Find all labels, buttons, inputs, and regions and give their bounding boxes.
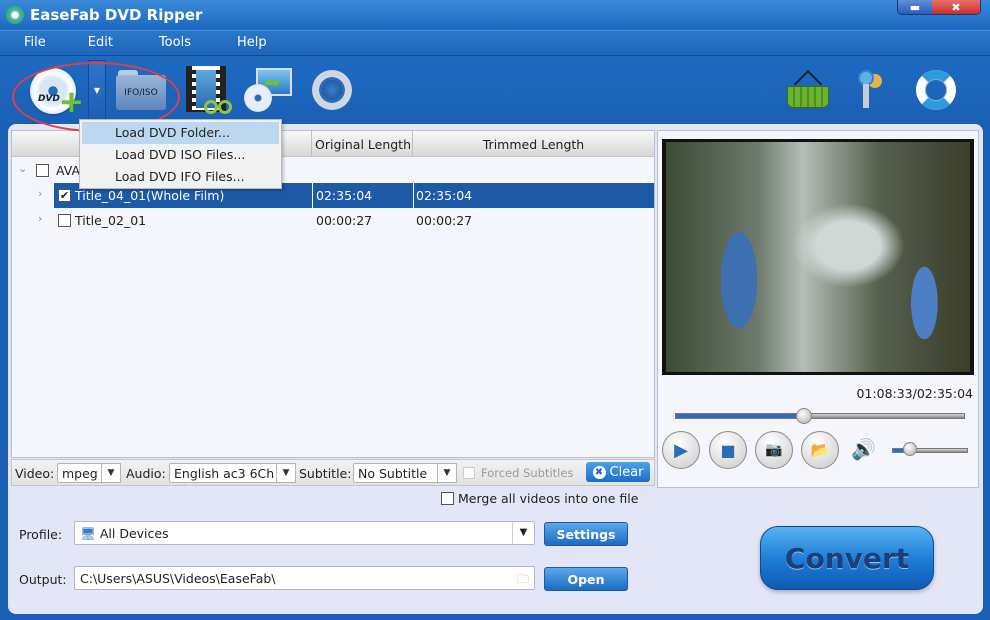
subtitle-dropdown-icon[interactable]: ▼ — [437, 463, 457, 483]
browse-folder-icon[interactable]: 🗀 — [516, 570, 529, 591]
menu-bar: File Edit Tools Help — [0, 30, 990, 56]
minimize-icon: ▬ — [909, 0, 921, 14]
settings-gear-button[interactable] — [308, 58, 353, 116]
expand-icon[interactable]: › — [38, 187, 42, 200]
profile-select[interactable]: 🖥 All Devices ▼ — [74, 521, 535, 545]
clear-icon: ✖ — [592, 465, 606, 479]
close-button[interactable]: ✖ — [932, 0, 980, 14]
load-dvd-button[interactable]: DVD + — [30, 66, 84, 118]
row-trimmed-length: 02:35:04 — [416, 188, 473, 203]
column-original-length[interactable]: Original Length — [312, 131, 413, 157]
root-checkbox[interactable] — [36, 164, 49, 177]
volume-icon[interactable]: 🔊 — [851, 437, 876, 461]
menu-item-load-dvd-iso[interactable]: Load DVD ISO Files... — [82, 144, 279, 166]
clear-button[interactable]: ✖ Clear — [586, 462, 650, 482]
buy-button[interactable] — [787, 69, 829, 110]
snapshot-button[interactable]: 📷 — [755, 431, 793, 469]
row-original-length: 00:00:27 — [316, 213, 373, 228]
window-title: EaseFab DVD Ripper — [30, 6, 203, 24]
open-output-button[interactable]: Open — [544, 567, 628, 591]
stop-button[interactable]: ■ — [709, 431, 747, 469]
output-path-field[interactable]: C:\Users\ASUS\Videos\EaseFab\ 🗀 — [74, 566, 535, 590]
volume-slider[interactable] — [892, 442, 968, 456]
stop-icon: ■ — [720, 440, 736, 460]
menu-help[interactable]: Help — [237, 31, 267, 55]
row-checkbox[interactable]: ✔ — [58, 189, 71, 202]
track-options-bar: Video: mpeg ▼ Audio: English ac3 6Ch ▼ S… — [11, 459, 655, 486]
open-snapshot-folder-button[interactable]: 📂 — [801, 431, 839, 469]
minimize-button[interactable]: ▬ — [898, 0, 932, 14]
profile-settings-button[interactable]: Settings — [544, 522, 628, 546]
gear-icon — [322, 80, 342, 100]
title-bar: EaseFab DVD Ripper ▬ ✖ — [0, 0, 990, 30]
menu-tools[interactable]: Tools — [159, 31, 191, 55]
merge-checkbox[interactable] — [441, 492, 454, 505]
table-row[interactable]: › Title_02_01 00:00:27 00:00:27 — [12, 208, 654, 233]
app-logo-icon — [6, 6, 24, 24]
menu-file[interactable]: File — [24, 31, 46, 55]
load-ifo-iso-button[interactable]: IFO/ISO — [116, 70, 166, 110]
menu-item-load-dvd-folder[interactable]: Load DVD Folder... — [82, 122, 279, 144]
audio-select[interactable]: English ac3 6Ch — [169, 463, 279, 483]
video-preview — [662, 139, 974, 375]
convert-button[interactable]: Convert — [760, 526, 934, 590]
main-panel: Original Length Trimmed Length ⌄ AVATAR … — [8, 124, 983, 614]
timecode: 01:08:33/02:35:04 — [856, 386, 974, 401]
forced-subtitles-checkbox[interactable] — [463, 467, 475, 479]
chevron-down-icon: ▼ — [93, 85, 101, 95]
basket-icon — [787, 86, 829, 108]
load-dvd-menu: Load DVD Folder... Load DVD ISO Files...… — [79, 119, 282, 189]
row-trimmed-length: 00:00:27 — [416, 213, 473, 228]
seek-handle[interactable] — [795, 408, 812, 424]
video-select[interactable]: mpeg — [57, 463, 103, 483]
column-trimmed-length[interactable]: Trimmed Length — [413, 131, 654, 157]
merge-option[interactable]: Merge all videos into one file — [441, 491, 638, 506]
folder-open-icon: 📂 — [810, 441, 830, 459]
load-dropdown-button[interactable]: ▼ — [88, 60, 106, 120]
menu-item-load-dvd-ifo[interactable]: Load DVD IFO Files... — [82, 166, 279, 188]
play-icon: ▶ — [674, 439, 688, 461]
volume-handle[interactable] — [902, 442, 917, 456]
camera-icon: 📷 — [765, 442, 783, 458]
menu-edit[interactable]: Edit — [88, 31, 113, 55]
register-button[interactable] — [856, 70, 888, 112]
row-title: Title_02_01 — [75, 213, 147, 228]
row-checkbox[interactable] — [58, 214, 71, 227]
help-button[interactable] — [916, 70, 956, 110]
edit-video-button[interactable] — [186, 66, 232, 114]
chevron-down-icon: ▼ — [512, 522, 534, 544]
row-title: Title_04_01(Whole Film) — [75, 188, 225, 203]
devices-icon: 🖥 — [80, 526, 96, 541]
close-icon: ✖ — [951, 0, 961, 14]
expand-icon[interactable]: › — [38, 212, 42, 225]
subtitle-select[interactable]: No Subtitle — [353, 463, 439, 483]
folder-icon: IFO/ISO — [116, 75, 166, 110]
audio-dropdown-icon[interactable]: ▼ — [276, 463, 296, 483]
video-frame — [666, 142, 970, 372]
preview-panel: 01:08:33/02:35:04 ▶ ■ 📷 📂 🔊 — [657, 130, 979, 488]
collapse-icon[interactable]: ⌄ — [18, 162, 27, 175]
play-button[interactable]: ▶ — [662, 431, 700, 469]
video-dropdown-icon[interactable]: ▼ — [101, 463, 121, 483]
row-original-length: 02:35:04 — [316, 188, 373, 203]
seek-slider[interactable] — [675, 408, 965, 424]
